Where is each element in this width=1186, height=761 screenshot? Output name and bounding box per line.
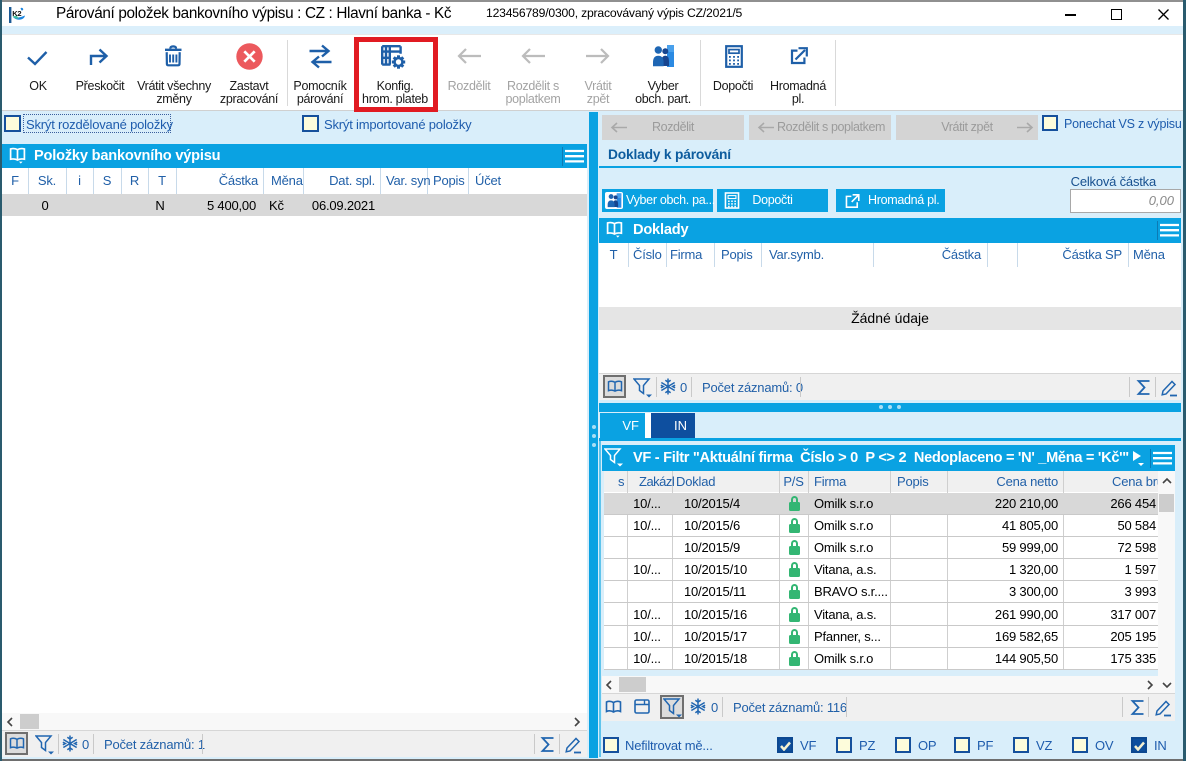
svg-text:K2: K2 xyxy=(12,9,21,18)
